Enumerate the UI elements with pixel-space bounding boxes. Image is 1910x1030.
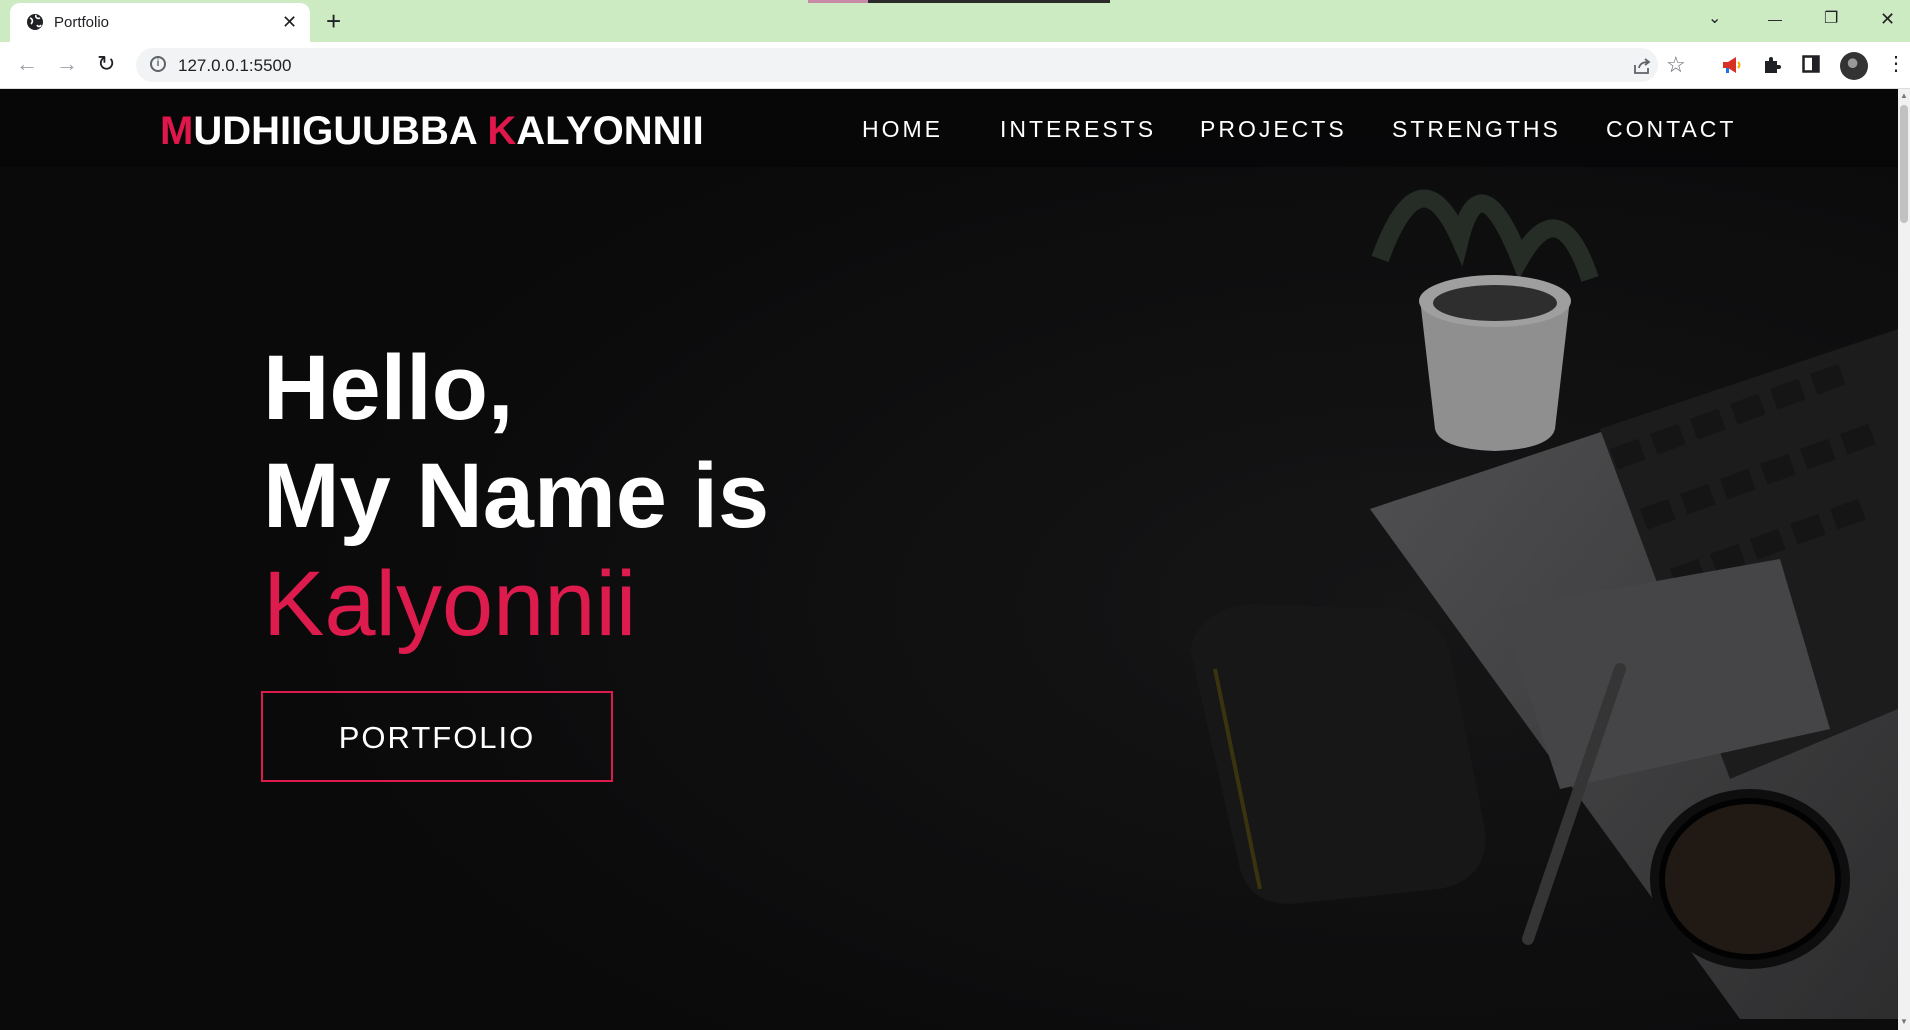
nav-home[interactable]: HOME [862, 116, 943, 143]
logo-initial-first: M [160, 109, 194, 153]
browser-toolbar: ← → ↻ i 127.0.0.1:5500 ☆ ⋮ [0, 42, 1910, 89]
nav-projects[interactable]: PROJECTS [1200, 116, 1347, 143]
hero-name: Kalyonnii [263, 553, 637, 655]
side-panel-icon[interactable] [1802, 55, 1820, 73]
logo-last-rest: ALYONNII [516, 109, 704, 153]
site-navbar: MUDHIIGUUBBA KALYONNII HOME INTERESTS PR… [0, 89, 1898, 167]
logo-first-rest: UDHIIGUUBBA [193, 109, 488, 153]
tab-strip: Portfolio ✕ + ⌄ — ❐ ✕ [0, 0, 1910, 42]
portfolio-button[interactable]: PORTFOLIO [261, 691, 613, 782]
site-logo[interactable]: MUDHIIGUUBBA KALYONNII [160, 109, 704, 154]
address-bar[interactable]: i 127.0.0.1:5500 ☆ [136, 48, 1686, 82]
browser-tab[interactable]: Portfolio ✕ [10, 3, 310, 42]
hero-greeting: Hello, [263, 337, 514, 439]
window-close-button[interactable]: ✕ [1880, 6, 1895, 32]
hero-intro: My Name is [263, 445, 770, 547]
scrollbar-thumb[interactable] [1900, 105, 1908, 223]
hero-heading: Hello, My Name is Kalyonnii [263, 334, 769, 658]
logo-initial-last: K [487, 109, 517, 153]
profile-avatar[interactable] [1840, 52, 1868, 80]
page-scrollbar[interactable]: ▲ ▼ [1898, 89, 1910, 1030]
new-tab-button[interactable]: + [326, 7, 341, 35]
reload-button[interactable]: ↻ [97, 51, 115, 77]
nav-strengths[interactable]: STRENGTHS [1392, 116, 1561, 143]
tab-search-icon[interactable]: ⌄ [1708, 6, 1721, 32]
site-info-icon[interactable]: i [150, 56, 166, 72]
minimize-button[interactable]: — [1768, 6, 1782, 32]
nav-contact[interactable]: CONTACT [1606, 116, 1736, 143]
forward-button[interactable]: → [56, 51, 78, 77]
page-viewport: MUDHIIGUUBBA KALYONNII HOME INTERESTS PR… [0, 89, 1898, 1030]
tab-strip-indicator [808, 0, 1110, 3]
globe-icon [27, 14, 43, 30]
url-text[interactable]: 127.0.0.1:5500 [178, 56, 291, 76]
tab-close-icon[interactable]: ✕ [282, 12, 297, 32]
kebab-menu-icon[interactable]: ⋮ [1886, 51, 1906, 77]
tab-title: Portfolio [54, 14, 110, 31]
scroll-up-arrow-icon[interactable]: ▲ [1900, 91, 1908, 100]
bookmark-star-icon[interactable]: ☆ [1666, 53, 1686, 77]
puzzle-extensions-icon[interactable] [1762, 55, 1782, 75]
nav-interests[interactable]: INTERESTS [1000, 116, 1156, 143]
restore-button[interactable]: ❐ [1824, 6, 1838, 32]
scroll-down-arrow-icon[interactable]: ▼ [1900, 1017, 1908, 1026]
back-button[interactable]: ← [16, 51, 38, 77]
share-icon[interactable] [1632, 57, 1652, 75]
megaphone-extension-icon[interactable] [1720, 55, 1744, 75]
